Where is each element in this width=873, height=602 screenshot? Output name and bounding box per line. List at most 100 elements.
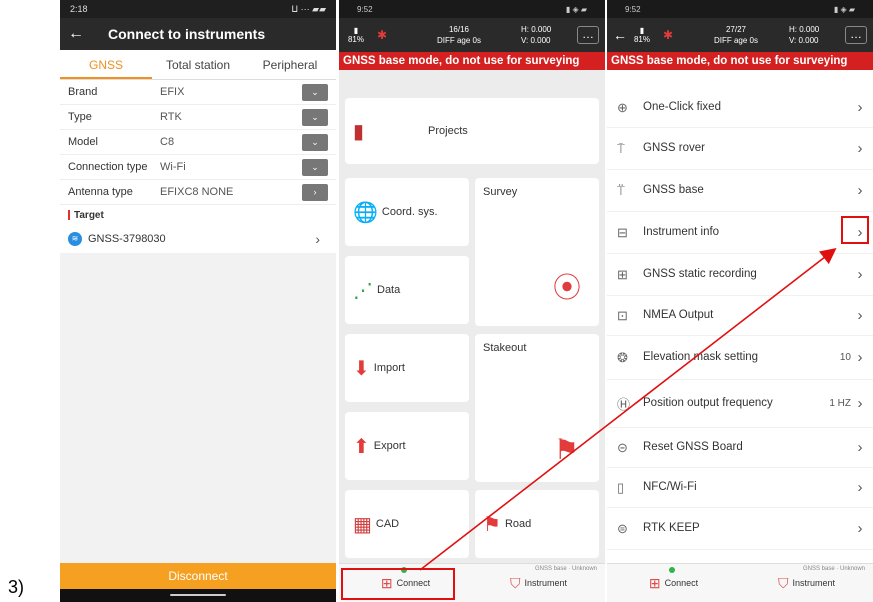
menu-rtk-keep[interactable]: ⊜ RTK KEEP › bbox=[607, 508, 873, 550]
connect-instruments-screen: 2:18 ⵡ ⋯ ▰▰ ← Connect to instruments GNS… bbox=[60, 0, 336, 602]
export-tile[interactable]: ⬆ Export bbox=[345, 412, 469, 480]
menu-label: Elevation mask setting bbox=[643, 351, 759, 363]
model-row: Model C8 ⌄ bbox=[60, 130, 336, 155]
brand-dropdown-button[interactable]: ⌄ bbox=[302, 83, 328, 101]
data-label: Data bbox=[377, 284, 401, 296]
antenna-type-value: EFIXC8 NONE bbox=[160, 186, 234, 198]
stakeout-label: Stakeout bbox=[483, 342, 527, 354]
menu-nmea-output[interactable]: ⊡ NMEA Output › bbox=[607, 296, 873, 336]
chevron-right-icon: › bbox=[315, 231, 320, 247]
brand-value: EFIX bbox=[160, 86, 185, 98]
status-icons: ▮ ◈ ▰ bbox=[833, 4, 855, 14]
location-pin-icon: ⦿ bbox=[552, 272, 581, 303]
status-icons: ▮ ◈ ▰ bbox=[565, 4, 587, 14]
menu-position-output-frequency[interactable]: Ⓗ Position output frequency 1 HZ › bbox=[607, 380, 873, 428]
instrument-label: Instrument bbox=[792, 578, 836, 588]
import-label: Import bbox=[373, 362, 405, 374]
chevron-right-icon: › bbox=[857, 182, 863, 199]
flag-icon: ⚑ bbox=[553, 434, 579, 465]
satellite-count: 27/27 bbox=[725, 25, 747, 34]
model-dropdown-button[interactable]: ⌄ bbox=[302, 133, 328, 151]
back-arrow-icon[interactable]: ← bbox=[68, 25, 108, 43]
menu-gnss-static-recording[interactable]: ⊞ GNSS static recording › bbox=[607, 254, 873, 296]
type-dropdown-button[interactable]: ⌄ bbox=[302, 108, 328, 126]
antenna-type-arrow-button[interactable]: › bbox=[302, 183, 328, 201]
coord-sys-tile[interactable]: 🌐 Coord. sys. bbox=[345, 178, 469, 246]
status-icons: ⵡ ⋯ ▰▰ bbox=[291, 3, 326, 14]
target-header-label: Target bbox=[74, 209, 104, 221]
target-marker bbox=[68, 210, 70, 220]
v-precision: V: 0.000 bbox=[521, 36, 551, 45]
menu-label: Position output frequency bbox=[643, 397, 773, 409]
instrument-status: GNSS base · Unknown bbox=[802, 566, 865, 572]
instrument-nav-button[interactable]: GNSS base · Unknown ⛉ Instrument bbox=[740, 564, 873, 602]
h-precision: H: 0.000 bbox=[789, 25, 820, 34]
menu-elevation-mask[interactable]: ❂ Elevation mask setting 10 › bbox=[607, 336, 873, 380]
import-tile[interactable]: ⬇ Import bbox=[345, 334, 469, 402]
connection-type-dropdown-button[interactable]: ⌄ bbox=[302, 158, 328, 176]
h-precision: H: 0.000 bbox=[521, 25, 552, 34]
precision-info: H: 0.000 V: 0.000 bbox=[789, 24, 845, 46]
satellite-warning-icon: ✱ bbox=[376, 28, 388, 42]
satellite-warning-icon: ✱ bbox=[662, 28, 674, 42]
status-bar: 9:52 ▮ ◈ ▰ bbox=[607, 0, 873, 18]
chevron-right-icon: › bbox=[857, 266, 863, 283]
road-tile[interactable]: ⚑ Road bbox=[475, 490, 599, 558]
crosshair-icon: ⊕ bbox=[617, 99, 628, 115]
antenna-type-label: Antenna type bbox=[68, 186, 133, 198]
connection-type-row: Connection type Wi-Fi ⌄ bbox=[60, 155, 336, 180]
tab-total-station[interactable]: Total station bbox=[152, 50, 244, 79]
status-bar: 2:18 ⵡ ⋯ ▰▰ bbox=[60, 0, 336, 18]
base-mode-warning: GNSS base mode, do not use for surveying bbox=[339, 52, 605, 70]
cad-icon: ▦ bbox=[353, 513, 372, 536]
reset-icon: ⊝ bbox=[617, 439, 628, 455]
survey-tile[interactable]: Survey ⦿ bbox=[475, 178, 599, 326]
menu-label: NMEA Output bbox=[643, 309, 714, 321]
connect-icon: ⊞ bbox=[649, 566, 675, 592]
tab-peripheral[interactable]: Peripheral bbox=[244, 50, 336, 79]
system-nav-bar bbox=[60, 589, 336, 602]
instrument-nav-button[interactable]: GNSS base · Unknown ⛉ Instrument bbox=[472, 564, 605, 602]
type-value: RTK bbox=[160, 111, 182, 123]
connect-nav-button[interactable]: ⊞ Connect bbox=[607, 564, 740, 602]
globe-icon: 🌐 bbox=[353, 201, 378, 224]
status-time: 9:52 bbox=[625, 4, 641, 14]
menu-gnss-rover[interactable]: ⍑ GNSS rover › bbox=[607, 128, 873, 170]
frequency-icon: Ⓗ bbox=[617, 397, 631, 412]
data-tile[interactable]: ⋰ Data bbox=[345, 256, 469, 324]
device-item[interactable]: ≋ GNSS-3798030 › bbox=[60, 225, 336, 253]
gnss-status-bar: ← ▮ 81% ✱ 27/27 DIFF age 0s H: 0.000 V: 0.0… bbox=[607, 18, 873, 52]
wifi-icon: ≋ bbox=[68, 232, 82, 246]
menu-label: Instrument info bbox=[643, 226, 720, 238]
base-mode-warning: GNSS base mode, do not use for surveying bbox=[607, 52, 873, 70]
back-arrow-icon[interactable]: ← bbox=[613, 27, 631, 43]
rover-icon: ⍑ bbox=[617, 140, 625, 156]
stakeout-tile[interactable]: Stakeout ⚑ bbox=[475, 334, 599, 482]
cad-tile[interactable]: ▦ CAD bbox=[345, 490, 469, 558]
bottom-nav: ⊞ Connect GNSS base · Unknown ⛉ Instrume… bbox=[607, 563, 873, 602]
menu-nfc-wifi[interactable]: ▯ NFC/Wi-Fi › bbox=[607, 468, 873, 508]
menu-one-click-fixed[interactable]: ⊕ One-Click fixed › bbox=[607, 88, 873, 128]
output-icon: ⊡ bbox=[617, 307, 628, 323]
main-menu-screen: 9:52 ▮ ◈ ▰ ▮ 81% ✱ 16/16 DIFF age 0s H: 0.… bbox=[339, 0, 605, 602]
projects-icon: ▮ bbox=[353, 120, 365, 143]
diff-age: DIFF age 0s bbox=[436, 36, 481, 45]
device-name: GNSS-3798030 bbox=[88, 233, 166, 245]
instrument-info-highlight-box bbox=[841, 216, 869, 244]
brand-label: Brand bbox=[68, 86, 98, 98]
menu-reset-gnss-board[interactable]: ⊝ Reset GNSS Board › bbox=[607, 428, 873, 468]
instrument-status: GNSS base · Unknown bbox=[534, 566, 597, 572]
home-indicator[interactable] bbox=[170, 594, 226, 596]
more-button[interactable]: … bbox=[577, 26, 599, 44]
menu-instrument-info[interactable]: ⊟ Instrument info › bbox=[607, 212, 873, 254]
projects-tile[interactable]: ▮ Projects bbox=[345, 98, 599, 164]
tab-bar: GNSS Total station Peripheral bbox=[60, 50, 336, 80]
menu-gnss-base[interactable]: ⍡ GNSS base › bbox=[607, 170, 873, 212]
status-bar: 9:52 ▮ ◈ ▰ bbox=[339, 0, 605, 18]
instrument-menu-screen: 9:52 ▮ ◈ ▰ ← ▮ 81% ✱ 27/27 DIFF age 0s H: … bbox=[607, 0, 873, 602]
connect-label: Connect bbox=[664, 578, 699, 588]
model-label: Model bbox=[68, 136, 98, 148]
disconnect-button[interactable]: Disconnect bbox=[60, 563, 336, 589]
tab-gnss[interactable]: GNSS bbox=[60, 50, 152, 79]
more-button[interactable]: … bbox=[845, 26, 867, 44]
